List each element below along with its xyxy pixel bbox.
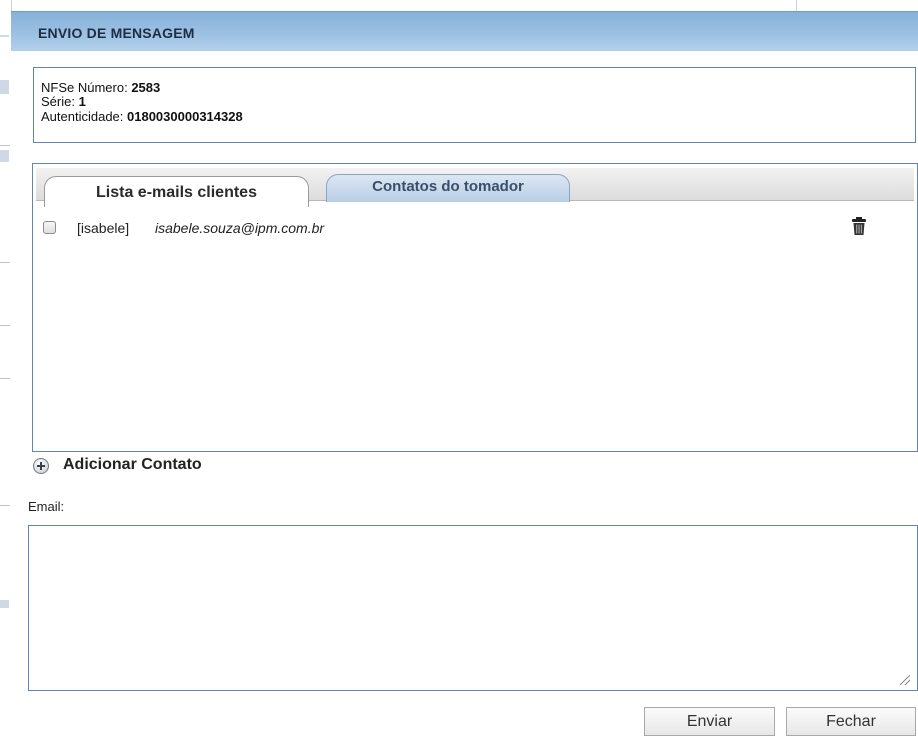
serie-value: 1 xyxy=(78,94,86,109)
background-mark xyxy=(0,378,10,379)
background-mark xyxy=(0,35,9,37)
nfse-number-label: NFSe Número: xyxy=(41,80,132,95)
trash-icon[interactable] xyxy=(851,216,867,236)
tab-contatos-do-tomador[interactable]: Contatos do tomador xyxy=(326,174,570,202)
serie-label: Série: xyxy=(41,94,79,109)
background-mark xyxy=(0,145,10,146)
nfse-number-line: NFSe Número: 2583 xyxy=(41,81,160,95)
add-contact-label: Adicionar Contato xyxy=(63,456,202,473)
authenticity-label: Autenticidade: xyxy=(41,109,128,124)
authenticity-line: Autenticidade: 0180030000314328 xyxy=(41,110,243,124)
send-message-dialog: ENVIO DE MENSAGEM NFSe Número: 2583 Séri… xyxy=(11,11,918,749)
background-mark xyxy=(0,600,9,608)
send-button[interactable]: Enviar xyxy=(644,707,775,736)
tab-strip: Contatos do tomador Lista e-mails client… xyxy=(36,168,914,207)
close-button[interactable]: Fechar xyxy=(786,707,916,736)
email-field[interactable] xyxy=(28,525,918,691)
background-mark xyxy=(0,80,9,94)
list-item: [isabele] isabele.souza@ipm.com.br xyxy=(39,216,899,239)
background-mark xyxy=(0,150,9,162)
authenticity-value: 0180030000314328 xyxy=(127,109,243,124)
background-mark xyxy=(0,262,10,263)
invoice-info-box: NFSe Número: 2583 Série: 1 Autenticidade… xyxy=(33,67,916,143)
contact-email: isabele.souza@ipm.com.br xyxy=(155,220,325,236)
email-field-label: Email: xyxy=(28,499,65,514)
resize-grip-icon[interactable] xyxy=(900,675,910,685)
dialog-titlebar[interactable]: ENVIO DE MENSAGEM xyxy=(11,11,918,51)
contacts-tab-panel: Contatos do tomador Lista e-mails client… xyxy=(32,163,918,452)
contact-tag: [isabele] xyxy=(77,220,130,236)
background-mark xyxy=(0,505,10,506)
serie-line: Série: 1 xyxy=(41,95,86,109)
tab-lista-emails-clientes[interactable]: Lista e-mails clientes xyxy=(44,176,309,207)
background-mark xyxy=(0,325,10,326)
nfse-number-value: 2583 xyxy=(131,80,161,95)
plus-circle-icon xyxy=(33,458,49,474)
dialog-title: ENVIO DE MENSAGEM xyxy=(38,25,195,41)
email-select-checkbox[interactable] xyxy=(43,221,56,234)
